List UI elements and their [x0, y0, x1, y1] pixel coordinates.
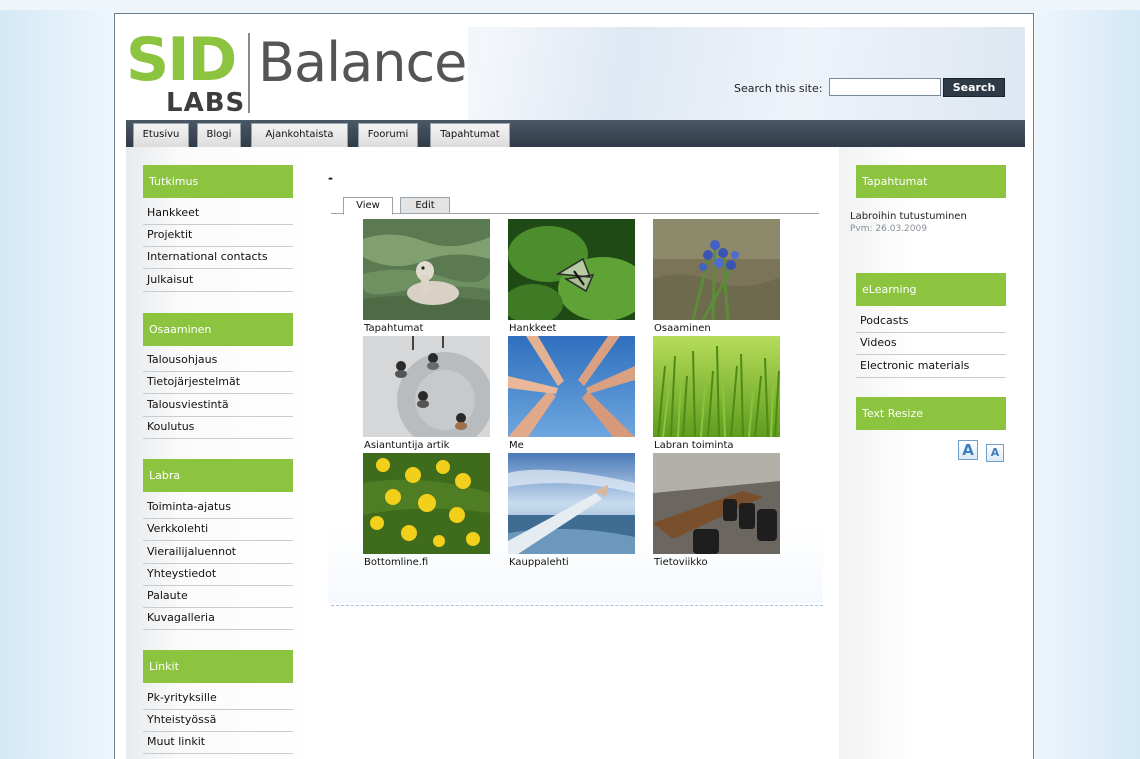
tab-underline	[331, 213, 819, 214]
nav-tab-foorumi[interactable]: Foorumi	[358, 123, 418, 147]
sidebar-heading-linkit: Linkit	[143, 650, 293, 683]
browser-top-strip	[0, 0, 1140, 10]
sidebar-item-muut-linkit[interactable]: Muut linkit	[143, 732, 293, 754]
gallery-caption-labran-toiminta[interactable]: Labran toiminta	[654, 440, 781, 451]
boardroom-photo[interactable]	[653, 453, 780, 554]
sidebar-item-talousviestinta[interactable]: Talousviestintä	[143, 395, 293, 417]
sidebar-item-talousohjaus[interactable]: Talousohjaus	[143, 350, 293, 372]
sidebar-heading-tutkimus: Tutkimus	[143, 165, 293, 198]
event-title[interactable]: Labroihin tutustuminen	[850, 211, 967, 222]
gallery-caption-asiantuntija-artik[interactable]: Asiantuntija artik	[364, 440, 491, 451]
nav-tab-ajankohtaista[interactable]: Ajankohtaista	[251, 123, 348, 147]
gallery-caption-tietoviikko[interactable]: Tietoviikko	[654, 557, 781, 568]
nav-tab-tapahtumat[interactable]: Tapahtumat	[430, 123, 510, 147]
sidebar-item-projektit[interactable]: Projektit	[143, 225, 293, 247]
gallery-caption-osaaminen[interactable]: Osaaminen	[654, 323, 781, 334]
bluebell-flowers-photo[interactable]	[653, 219, 780, 320]
sidebar-item-julkaisut[interactable]: Julkaisut	[143, 270, 293, 292]
text-shrink-icon[interactable]: A	[986, 444, 1004, 462]
sidebar-heading-osaaminen: Osaaminen	[143, 313, 293, 346]
site-logo[interactable]: SID LABS Balance	[126, 27, 468, 120]
hands-sky-photo[interactable]	[508, 336, 635, 437]
sidebar-item-kuvagalleria[interactable]: Kuvagalleria	[143, 608, 293, 630]
sidebar-item-toiminta-ajatus[interactable]: Toiminta-ajatus	[143, 497, 293, 519]
page-title: -	[328, 171, 333, 185]
page-container: SID LABS Balance Search this site: Searc…	[114, 13, 1034, 759]
tab-edit[interactable]: Edit	[400, 197, 450, 214]
nav-tab-etusivu[interactable]: Etusivu	[133, 123, 189, 147]
left-sidebar: Tutkimus Hankkeet Projektit Internationa…	[126, 147, 311, 759]
sidebar-item-pk-yrityksille[interactable]: Pk-yrityksille	[143, 688, 293, 710]
sidebar-item-tietojarjestelmat[interactable]: Tietojärjestelmät	[143, 372, 293, 394]
sidebar-item-yhteistyossa[interactable]: Yhteistyössä	[143, 710, 293, 732]
sidebar-item-vierailijaluennot[interactable]: Vierailijaluennot	[143, 542, 293, 564]
logo-labs-text: LABS	[166, 88, 246, 118]
overhead-people-photo[interactable]	[363, 336, 490, 437]
tab-view[interactable]: View	[343, 197, 393, 215]
sidebar-heading-labra: Labra	[143, 459, 293, 492]
search-label: Search this site:	[734, 82, 823, 95]
sidebar-heading-tapahtumat: Tapahtumat	[856, 165, 1006, 198]
sidebar-item-hankkeet[interactable]: Hankkeet	[143, 203, 293, 225]
sidebar-heading-text-resize: Text Resize	[856, 397, 1006, 430]
sidebar-item-verkkolehti[interactable]: Verkkolehti	[143, 519, 293, 541]
main-content: - View Edit Tapahtumat Hankkeet Osaamine…	[311, 147, 839, 759]
gallery-caption-hankkeet[interactable]: Hankkeet	[509, 323, 636, 334]
swan-photo[interactable]	[363, 219, 490, 320]
sidebar-item-koulutus[interactable]: Koulutus	[143, 417, 293, 439]
search-input[interactable]	[829, 78, 941, 96]
nav-tab-blogi[interactable]: Blogi	[197, 123, 241, 147]
gallery-caption-bottomline[interactable]: Bottomline.fi	[364, 557, 491, 568]
event-date: Pvm: 26.03.2009	[850, 224, 927, 234]
logo-divider	[248, 33, 250, 113]
search-button[interactable]: Search	[943, 78, 1005, 97]
sidebar-item-podcasts[interactable]: Podcasts	[856, 311, 1006, 333]
sidebar-item-electronic-materials[interactable]: Electronic materials	[856, 356, 1006, 378]
butterfly-photo[interactable]	[508, 219, 635, 320]
logo-balance-text: Balance	[258, 31, 467, 94]
content-divider	[331, 605, 823, 606]
sidebar-item-palaute[interactable]: Palaute	[143, 586, 293, 608]
text-enlarge-icon[interactable]: A	[958, 440, 978, 460]
gallery-caption-kauppalehti[interactable]: Kauppalehti	[509, 557, 636, 568]
gallery-caption-me[interactable]: Me	[509, 440, 636, 451]
main-nav: Etusivu Blogi Ajankohtaista Foorumi Tapa…	[126, 120, 1025, 147]
arm-sea-photo[interactable]	[508, 453, 635, 554]
sidebar-item-international-contacts[interactable]: International contacts	[143, 247, 293, 269]
sidebar-item-yhteystiedot[interactable]: Yhteystiedot	[143, 564, 293, 586]
gallery-caption-tapahtumat[interactable]: Tapahtumat	[364, 323, 491, 334]
site-header: SID LABS Balance Search this site: Searc…	[126, 27, 1025, 120]
grass-photo[interactable]	[653, 336, 780, 437]
sidebar-heading-elearning: eLearning	[856, 273, 1006, 306]
dandelions-photo[interactable]	[363, 453, 490, 554]
sidebar-item-videos[interactable]: Videos	[856, 333, 1006, 355]
